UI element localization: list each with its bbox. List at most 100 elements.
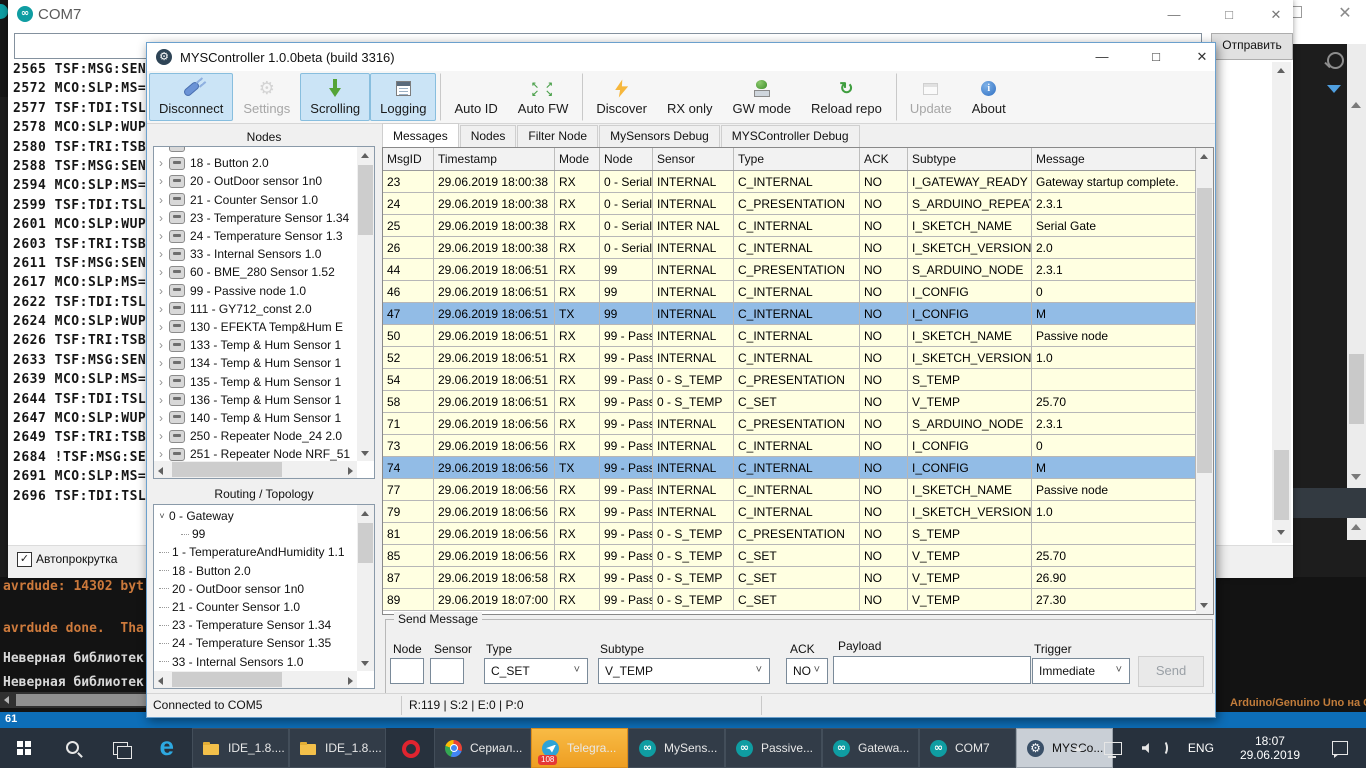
ack-select[interactable]: NO (786, 658, 828, 684)
maximize-icon[interactable]: □ (1139, 45, 1173, 69)
dropdown-triangle-icon[interactable] (1327, 85, 1341, 93)
volume-icon[interactable] (1142, 743, 1152, 753)
expand-chevron-icon[interactable] (155, 212, 167, 224)
console-hscrollbar[interactable] (0, 692, 146, 708)
toolbar-button[interactable]: Discover (582, 73, 657, 121)
node-tree-item[interactable]: 134 - Temp & Hum Sensor 1 (155, 354, 356, 372)
message-row[interactable]: 74 29.06.2019 18:06:56 TX 99 - Passiv IN… (383, 457, 1196, 479)
column-header[interactable]: Sensor (653, 148, 734, 170)
close-icon[interactable]: ✕ (1261, 4, 1291, 26)
sensor-field[interactable] (430, 658, 464, 684)
tab[interactable]: Nodes (460, 125, 517, 147)
clock[interactable]: 18:07 29.06.2019 (1240, 734, 1300, 762)
scroll-down-icon[interactable] (361, 661, 369, 666)
message-row[interactable]: 23 29.06.2019 18:00:38 RX 0 - Serial G I… (383, 171, 1196, 193)
minimize-icon[interactable]: — (1159, 4, 1189, 26)
toolbar-button[interactable]: Logging (370, 73, 436, 121)
message-row[interactable]: 25 29.06.2019 18:00:38 RX 0 - Serial G I… (383, 215, 1196, 237)
routing-tree-item[interactable]: 20 - OutDoor sensor 1n0 (155, 580, 356, 598)
routing-tree-item[interactable]: 23 - Temperature Sensor 1.34 (155, 616, 356, 634)
expand-chevron-icon[interactable] (155, 412, 167, 424)
message-row[interactable]: 81 29.06.2019 18:06:56 RX 99 - Passiv 0 … (383, 523, 1196, 545)
node-tree-item[interactable]: 18 - Button 2.0 (155, 154, 356, 172)
expand-chevron-icon[interactable] (155, 248, 167, 260)
scrollbar-thumb[interactable] (358, 523, 373, 563)
tab[interactable]: MYSController Debug (721, 125, 860, 147)
scrollbar-thumb[interactable] (16, 694, 146, 706)
column-header[interactable]: Mode (555, 148, 600, 170)
message-row[interactable]: 24 29.06.2019 18:00:38 RX 0 - Serial G I… (383, 193, 1196, 215)
scroll-right-icon[interactable] (348, 677, 353, 685)
ide-close-icon[interactable]: ✕ (1331, 1, 1359, 27)
taskbar-app[interactable]: Gatewa... (823, 729, 918, 767)
payload-field[interactable] (833, 656, 1031, 684)
scroll-left-icon[interactable] (4, 696, 9, 704)
message-row[interactable]: 71 29.06.2019 18:06:56 RX 99 - Passiv IN… (383, 413, 1196, 435)
close-icon[interactable]: ✕ (1185, 45, 1219, 69)
start-button[interactable] (0, 728, 48, 768)
expand-chevron-icon[interactable] (155, 266, 167, 278)
expand-chevron-icon[interactable] (155, 394, 167, 406)
autoscroll-checkbox[interactable] (17, 552, 32, 567)
expand-chevron-icon[interactable] (155, 194, 167, 206)
scroll-up-icon[interactable] (361, 511, 369, 516)
expand-chevron-icon[interactable] (155, 339, 167, 351)
routing-tree-item[interactable]: 0 - Gateway (155, 507, 356, 525)
scroll-up-icon[interactable] (1200, 154, 1208, 159)
tab[interactable]: Messages (382, 123, 459, 147)
task-view-button[interactable] (96, 728, 144, 768)
node-field[interactable] (390, 658, 424, 684)
toolbar-button[interactable]: Auto ID (440, 73, 507, 121)
routing-hscrollbar[interactable] (154, 671, 357, 688)
scroll-up-icon[interactable] (361, 153, 369, 158)
scrollbar-thumb[interactable] (358, 165, 373, 235)
scrollbar-thumb[interactable] (172, 462, 282, 477)
scroll-down-icon[interactable] (1200, 603, 1208, 608)
ide-scrollbar[interactable] (1347, 44, 1366, 540)
expand-chevron-icon[interactable] (155, 303, 167, 315)
routing-tree-item[interactable]: 18 - Button 2.0 (155, 562, 356, 580)
column-header[interactable]: MsgID (383, 148, 434, 170)
table-vscrollbar[interactable] (1196, 148, 1213, 614)
message-row[interactable]: 73 29.06.2019 18:06:56 RX 99 - Passiv IN… (383, 435, 1196, 457)
minimize-icon[interactable]: — (1085, 45, 1119, 69)
node-tree-item[interactable]: 135 - Temp & Hum Sensor 1 (155, 372, 356, 390)
node-tree-item[interactable]: 23 - Temperature Sensor 1.34 (155, 209, 356, 227)
message-row[interactable]: 79 29.06.2019 18:06:56 RX 99 - Passiv IN… (383, 501, 1196, 523)
node-tree-item[interactable]: 140 - Temp & Hum Sensor 1 (155, 409, 356, 427)
node-tree-item[interactable] (155, 146, 356, 154)
node-tree-item[interactable]: 111 - GY712_const 2.0 (155, 300, 356, 318)
toolbar-button[interactable]: Reload repo (801, 73, 892, 121)
expand-chevron-icon[interactable] (155, 321, 167, 333)
message-row[interactable]: 58 29.06.2019 18:06:51 RX 99 - Passiv 0 … (383, 391, 1196, 413)
message-row[interactable]: 26 29.06.2019 18:00:38 RX 0 - Serial G I… (383, 237, 1196, 259)
expand-chevron-icon[interactable] (155, 376, 167, 388)
message-row[interactable]: 77 29.06.2019 18:06:56 RX 99 - Passiv IN… (383, 479, 1196, 501)
message-row[interactable]: 89 29.06.2019 18:07:00 RX 99 - Passiv 0 … (383, 589, 1196, 611)
nodes-vscrollbar[interactable] (357, 147, 374, 461)
column-header[interactable]: Message (1032, 148, 1196, 170)
scroll-left-icon[interactable] (158, 467, 163, 475)
toolbar-button[interactable]: Scrolling (300, 73, 370, 121)
routing-vscrollbar[interactable] (357, 505, 374, 671)
taskbar-app[interactable]: Сериал... (435, 729, 530, 767)
send-button[interactable]: Send (1138, 656, 1204, 687)
message-row[interactable]: 47 29.06.2019 18:06:51 TX 99 INTERNAL C_… (383, 303, 1196, 325)
column-header[interactable]: ACK (860, 148, 908, 170)
scroll-up-icon[interactable] (1351, 524, 1361, 530)
node-tree-item[interactable]: 133 - Temp & Hum Sensor 1 (155, 336, 356, 354)
node-tree-item[interactable]: 33 - Internal Sensors 1.0 (155, 245, 356, 263)
taskbar-app[interactable]: Telegra... 108 (532, 729, 627, 767)
hidden-icons-chevron-icon[interactable] (1074, 746, 1082, 751)
scroll-up-icon[interactable] (1277, 68, 1285, 73)
taskbar-app[interactable]: IDE_1.8.... (193, 729, 288, 767)
expand-chevron-icon[interactable] (155, 175, 167, 187)
message-row[interactable]: 54 29.06.2019 18:06:51 RX 99 - Passiv 0 … (383, 369, 1196, 391)
scrollbar-thumb[interactable] (1197, 188, 1212, 473)
taskbar-app[interactable]: COM7 (920, 729, 1015, 767)
column-header[interactable]: Subtype (908, 148, 1032, 170)
scrollbar-thumb[interactable] (172, 672, 282, 687)
network-icon[interactable] (1104, 742, 1122, 755)
serial-vscrollbar[interactable] (1272, 62, 1291, 543)
scroll-up-icon[interactable] (1351, 102, 1361, 108)
